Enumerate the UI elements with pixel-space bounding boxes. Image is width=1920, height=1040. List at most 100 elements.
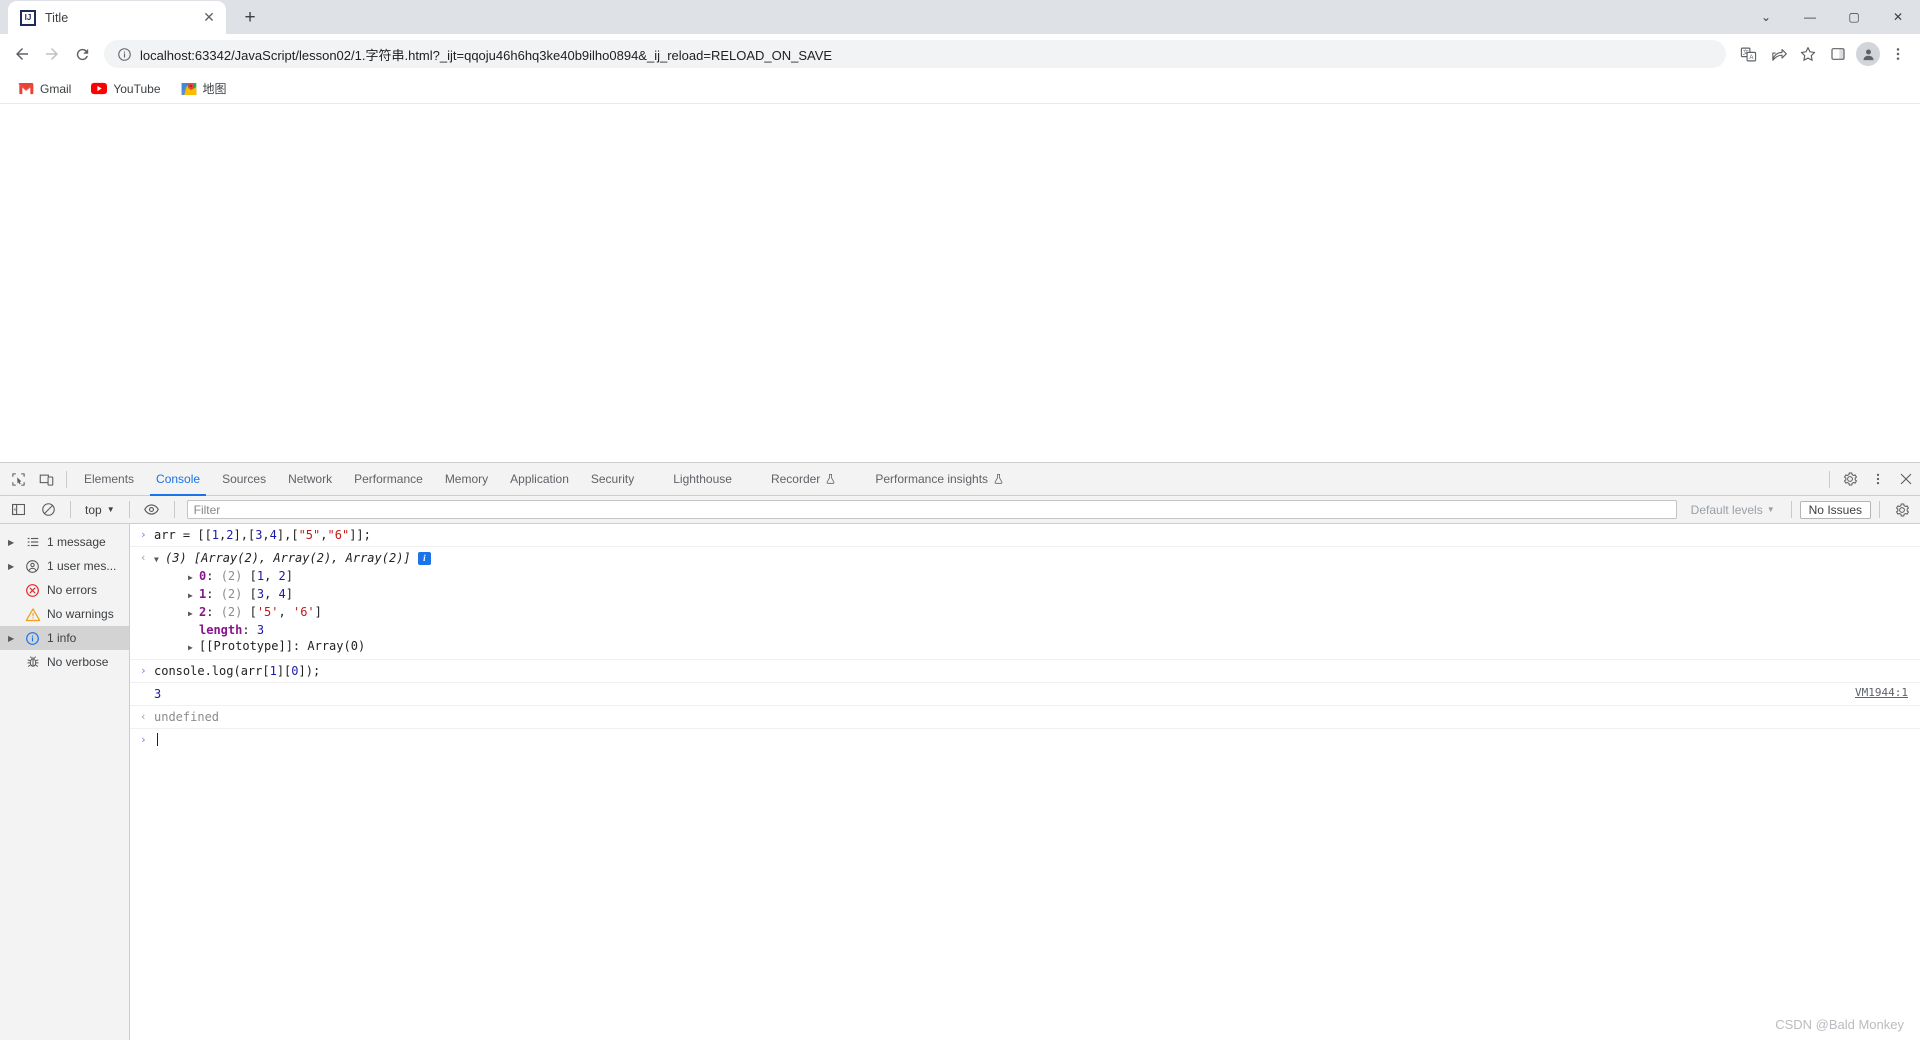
input-chevron-icon: › <box>140 528 147 541</box>
property-key: [[Prototype]] <box>199 639 293 653</box>
console-settings-icon[interactable] <box>1888 496 1916 524</box>
object-summary[interactable]: ▼ (3) [Array(2), Array(2), Array(2)] i <box>154 550 431 568</box>
more-options-icon[interactable] <box>1864 465 1892 493</box>
filter-input[interactable]: Filter <box>186 500 1677 519</box>
profile-avatar[interactable] <box>1854 40 1882 68</box>
bookmark-star-icon[interactable] <box>1794 40 1822 68</box>
tab-security[interactable]: Security <box>580 463 645 496</box>
tab-strip: IJ Title ✕ + ⌄ — ▢ ✕ <box>0 0 1920 34</box>
site-information-icon[interactable] <box>116 46 132 62</box>
bookmark-maps[interactable]: 地图 <box>173 76 235 101</box>
tab-network[interactable]: Network <box>277 463 343 496</box>
devtools-tabbar: Elements Console Sources Network Perform… <box>0 463 1920 496</box>
disclosure-triangle-icon[interactable]: ▼ <box>154 552 165 568</box>
chevron-right-icon[interactable]: ▶ <box>8 538 18 547</box>
object-info-badge[interactable]: i <box>417 551 431 565</box>
disclosure-triangle-icon[interactable]: ▶ <box>188 606 199 622</box>
tab-title: Title <box>45 10 69 25</box>
maximize-icon[interactable]: ▢ <box>1832 1 1876 33</box>
tab-label: Security <box>590 472 635 486</box>
tab-label: Performance <box>354 472 423 486</box>
divider <box>66 470 67 488</box>
sidebar-item-errors[interactable]: No errors <box>0 578 129 602</box>
console-output[interactable]: › arr = [[1,2],[3,4],["5","6"]]; ‹ ▼ (3) … <box>130 524 1920 1040</box>
settings-gear-icon[interactable] <box>1836 465 1864 493</box>
object-properties: ▶ 0: (2) [1, 2] ▶ 1: (2) [3, 4] ▶ 2: (2) ['… <box>140 568 365 656</box>
chevron-right-icon[interactable]: ▶ <box>8 634 18 643</box>
object-property-row[interactable]: ▶ 0: (2) [1, 2] <box>188 568 365 586</box>
bookmarks-bar: Gmail YouTube 地图 <box>0 74 1920 104</box>
divider <box>1879 501 1880 518</box>
tab-label: Sources <box>222 472 267 486</box>
console-sidebar-toggle-icon[interactable] <box>4 496 32 524</box>
object-property-row[interactable]: ▶ 2: (2) ['5', '6'] <box>188 604 365 622</box>
tab-application[interactable]: Application <box>499 463 580 496</box>
console-result-message: ‹ undefined <box>130 706 1920 729</box>
disclosure-triangle-icon[interactable]: ▶ <box>188 588 199 604</box>
object-property-row[interactable]: ▶ [[Prototype]]: Array(0) <box>188 638 365 656</box>
window-close-icon[interactable]: ✕ <box>1876 1 1920 33</box>
tab-performance[interactable]: Performance <box>343 463 434 496</box>
bookmark-youtube[interactable]: YouTube <box>83 77 168 101</box>
share-icon[interactable] <box>1764 40 1792 68</box>
bookmark-label: Gmail <box>40 81 72 96</box>
tab-sources[interactable]: Sources <box>211 463 277 496</box>
chevron-right-icon[interactable]: ▶ <box>8 562 18 571</box>
address-bar[interactable]: localhost:63342/JavaScript/lesson02/1.字符… <box>104 40 1726 68</box>
inspect-element-icon[interactable] <box>4 465 32 493</box>
browser-tab[interactable]: IJ Title ✕ <box>8 1 226 34</box>
experiment-flask-icon <box>993 473 1004 485</box>
chrome-menu-icon[interactable] <box>1884 40 1912 68</box>
window-controls: ⌄ — ▢ ✕ <box>1744 0 1920 33</box>
disclosure-triangle-icon[interactable]: ▶ <box>188 640 199 656</box>
back-icon[interactable] <box>8 40 36 68</box>
tab-console[interactable]: Console <box>145 463 211 496</box>
console-input-text: arr = [[1,2],[3,4],["5","6"]]; <box>154 528 371 542</box>
source-link[interactable]: VM1944:1 <box>1855 686 1908 699</box>
levels-label: Default levels <box>1690 502 1763 517</box>
sidebar-item-verbose[interactable]: No verbose <box>0 650 129 674</box>
sidebar-item-info[interactable]: ▶ 1 info <box>0 626 129 650</box>
divider <box>1829 470 1830 488</box>
console-prompt-input[interactable] <box>154 732 158 748</box>
side-panel-icon[interactable] <box>1824 40 1852 68</box>
object-property-row[interactable]: ▶ 1: (2) [3, 4] <box>188 586 365 604</box>
tab-performance-insights[interactable]: Performance insights <box>847 463 1015 496</box>
sidebar-item-messages[interactable]: ▶ 1 message <box>0 530 129 554</box>
close-devtools-icon[interactable] <box>1892 465 1920 493</box>
user-message-icon <box>24 558 41 575</box>
console-result-message: ‹ ▼ (3) [Array(2), Array(2), Array(2)] i … <box>130 547 1920 660</box>
filter-placeholder: Filter <box>193 502 221 517</box>
minimize-icon[interactable]: — <box>1788 1 1832 33</box>
clear-console-icon[interactable] <box>34 496 62 524</box>
devtools-body: ▶ 1 message ▶ 1 user mes... No errors No… <box>0 524 1920 1040</box>
bookmark-gmail[interactable]: Gmail <box>10 77 79 101</box>
forward-icon <box>38 40 66 68</box>
object-property-row: length: 3 <box>199 623 265 637</box>
new-tab-button[interactable]: + <box>236 4 264 32</box>
google-maps-icon <box>181 81 197 97</box>
tab-label: Memory <box>444 472 489 486</box>
issues-button[interactable]: No Issues <box>1799 500 1871 519</box>
live-expression-icon[interactable] <box>138 496 166 524</box>
console-prompt[interactable]: › <box>130 729 1920 751</box>
tab-elements[interactable]: Elements <box>73 463 145 496</box>
tab-lighthouse[interactable]: Lighthouse <box>645 463 743 496</box>
divider <box>173 501 175 518</box>
device-toolbar-icon[interactable] <box>32 465 60 493</box>
chevron-down-icon: ▼ <box>106 505 115 514</box>
close-icon[interactable]: ✕ <box>200 9 218 27</box>
reload-icon[interactable] <box>68 40 96 68</box>
tab-memory[interactable]: Memory <box>434 463 499 496</box>
execution-context-selector[interactable]: top ▼ <box>79 500 121 520</box>
chevron-down-icon[interactable]: ⌄ <box>1744 1 1788 33</box>
tab-recorder[interactable]: Recorder <box>743 463 847 496</box>
tab-label: Application <box>510 472 569 486</box>
tab-label: Network <box>288 472 333 486</box>
translate-icon[interactable]: 文A <box>1734 40 1762 68</box>
sidebar-item-user-messages[interactable]: ▶ 1 user mes... <box>0 554 129 578</box>
list-icon <box>24 534 41 551</box>
sidebar-item-warnings[interactable]: No warnings <box>0 602 129 626</box>
log-level-selector[interactable]: Default levels ▼ <box>1683 503 1783 517</box>
disclosure-triangle-icon[interactable]: ▶ <box>188 570 199 586</box>
